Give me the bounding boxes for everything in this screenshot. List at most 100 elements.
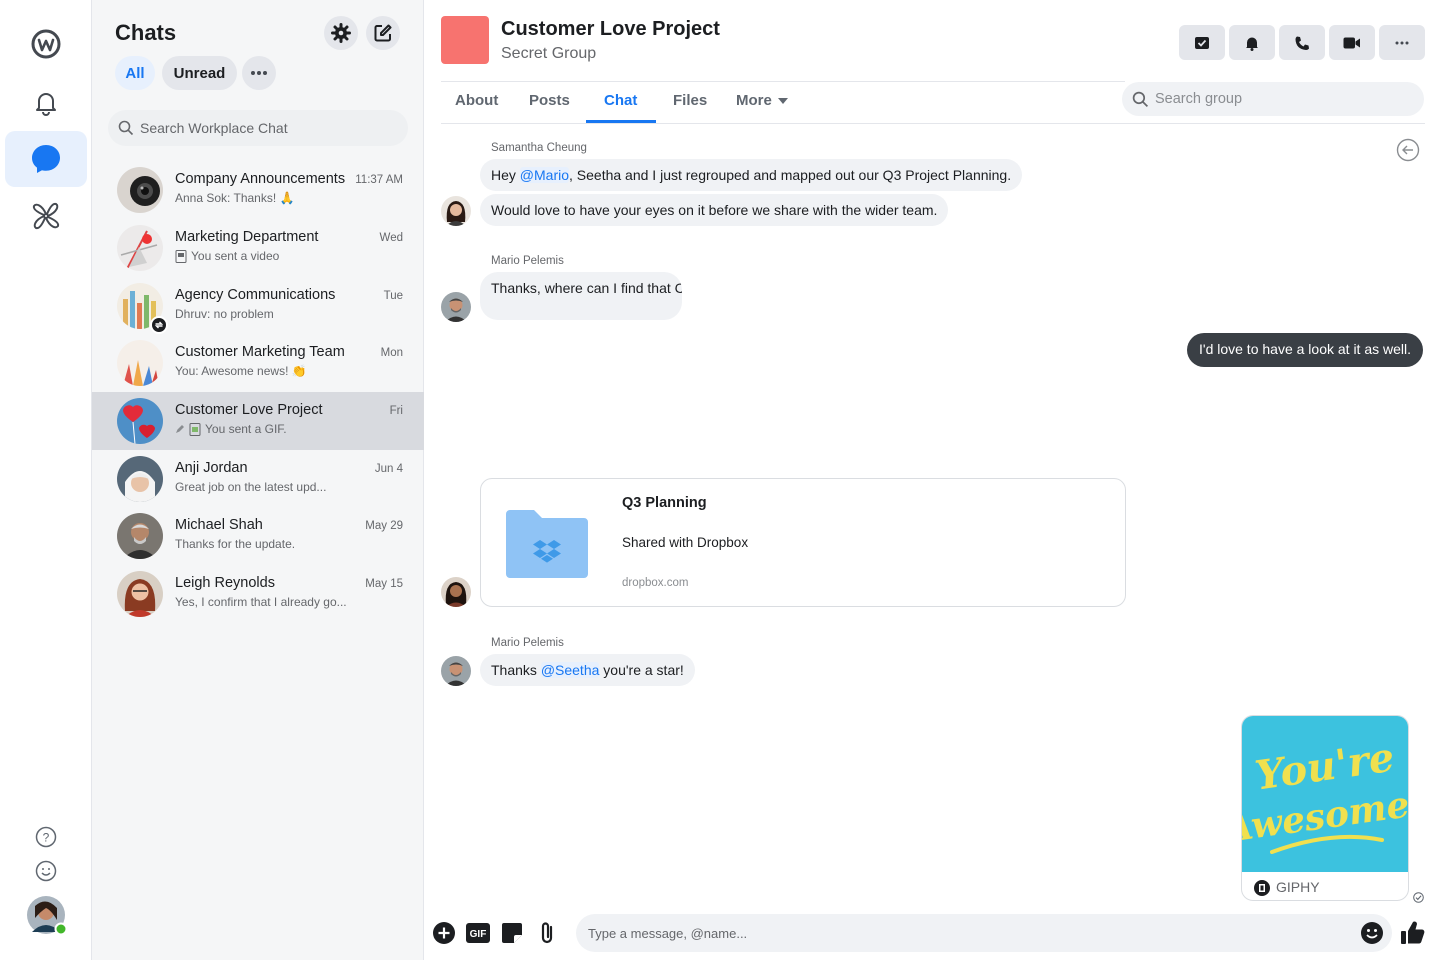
conversation-name: Customer Love Project bbox=[175, 402, 323, 418]
sender-avatar bbox=[441, 292, 471, 322]
conversation-time: Wed bbox=[379, 232, 403, 244]
my-message-bubble: I'd love to have a look at it as well. bbox=[1187, 333, 1424, 367]
audio-call-phone-icon[interactable] bbox=[1279, 25, 1325, 60]
gif-picker-icon[interactable]: GIF bbox=[465, 920, 491, 946]
conversation-item[interactable]: Anji Jordan Great job on the latest upd.… bbox=[92, 450, 424, 508]
tab-files[interactable]: Files bbox=[673, 92, 707, 109]
gif-image-icon bbox=[189, 422, 201, 436]
chat-search-placeholder: Search Workplace Chat bbox=[140, 120, 288, 136]
header-divider bbox=[441, 81, 1125, 82]
inbox-icon[interactable] bbox=[1179, 25, 1225, 60]
gif-image: You're Awesome! bbox=[1242, 716, 1408, 872]
message-sender: Samantha Cheung bbox=[491, 142, 587, 154]
sticker-icon[interactable] bbox=[499, 920, 525, 946]
seen-check-icon bbox=[1413, 892, 1424, 903]
conversation-preview: You: Awesome news! 👏 bbox=[175, 364, 307, 378]
smiley-feedback-icon[interactable] bbox=[35, 860, 57, 882]
sender-avatar bbox=[441, 196, 471, 226]
conversation-name: Anji Jordan bbox=[175, 460, 248, 476]
profile-avatar[interactable] bbox=[27, 896, 67, 936]
search-icon bbox=[118, 120, 134, 136]
conversation-preview: Anna Sok: Thanks! 🙏 bbox=[175, 191, 295, 205]
shared-file-card[interactable]: Q3 Planning Shared with Dropbox dropbox.… bbox=[480, 478, 1126, 607]
conversation-avatar bbox=[117, 225, 163, 271]
giphy-label: GIPHY bbox=[1276, 879, 1320, 895]
tab-about[interactable]: About bbox=[455, 92, 498, 109]
mention-link[interactable]: @Mario bbox=[519, 167, 570, 183]
group-title: Customer Love Project bbox=[501, 18, 720, 40]
conversation-avatar bbox=[117, 571, 163, 617]
apps-pinwheel-icon[interactable] bbox=[5, 188, 87, 244]
add-attachment-plus-icon[interactable] bbox=[431, 920, 457, 946]
conversation-preview: Great job on the latest upd... bbox=[175, 480, 327, 494]
dropbox-folder-icon bbox=[506, 510, 588, 578]
group-search-input[interactable]: Search group bbox=[1122, 82, 1424, 116]
conversation-avatar bbox=[117, 456, 163, 502]
notifications-bell-icon[interactable] bbox=[1229, 25, 1275, 60]
conversation-item[interactable]: Michael Shah Thanks for the update. May … bbox=[92, 507, 424, 565]
conversation-preview: Dhruv: no problem bbox=[175, 307, 274, 321]
chats-icon[interactable] bbox=[5, 131, 87, 187]
conversation-item[interactable]: Marketing Department You sent a video We… bbox=[92, 219, 424, 277]
more-options-ellipsis-icon[interactable] bbox=[1379, 25, 1425, 60]
help-icon[interactable]: ? bbox=[35, 826, 57, 848]
emoji-picker-icon[interactable] bbox=[1359, 920, 1385, 946]
giphy-logo-icon bbox=[1254, 880, 1270, 896]
conversation-item-selected[interactable]: Customer Love Project You sent a GIF. Fr… bbox=[92, 392, 424, 450]
conversation-item[interactable]: Customer Marketing Team You: Awesome new… bbox=[92, 334, 424, 392]
chat-list-panel: Chats All Unread Search Workplace Chat C… bbox=[92, 0, 424, 960]
conversation-preview: Thanks for the update. bbox=[175, 537, 296, 551]
search-icon bbox=[1132, 91, 1149, 107]
message-bubble: Thanks, where can I find that C bbox=[480, 272, 682, 320]
conversation-name: Company Announcements bbox=[175, 171, 346, 187]
conversation-time: May 29 bbox=[365, 520, 403, 532]
message-sender: Mario Pelemis bbox=[491, 637, 564, 649]
tab-more[interactable]: More bbox=[736, 92, 788, 109]
conversation-time: Fri bbox=[389, 405, 403, 417]
video-call-camera-icon[interactable] bbox=[1329, 25, 1375, 60]
caret-down-icon bbox=[777, 97, 788, 104]
conversation-time: Tue bbox=[383, 290, 403, 302]
settings-gear-icon[interactable] bbox=[324, 16, 358, 50]
collapse-panel-arrow-icon[interactable] bbox=[1396, 138, 1420, 162]
group-privacy: Secret Group bbox=[501, 45, 597, 62]
more-filters-ellipsis-icon[interactable] bbox=[242, 56, 276, 90]
conversation-avatar bbox=[117, 167, 163, 213]
conversation-name: Leigh Reynolds bbox=[175, 575, 275, 591]
compose-new-message-icon[interactable] bbox=[366, 16, 400, 50]
svg-text:GIF: GIF bbox=[470, 929, 487, 940]
conversation-item[interactable]: Company Announcements Anna Sok: Thanks! … bbox=[92, 161, 424, 219]
mention-link[interactable]: @Seetha bbox=[540, 662, 600, 678]
conversation-name: Michael Shah bbox=[175, 517, 263, 533]
notifications-bell-icon[interactable] bbox=[5, 74, 87, 130]
group-search-placeholder: Search group bbox=[1155, 91, 1243, 107]
conversation-time: 11:37 AM bbox=[355, 174, 403, 186]
conversation-name: Marketing Department bbox=[175, 229, 319, 245]
message-bubble: Would love to have your eyes on it befor… bbox=[480, 194, 949, 226]
gif-message[interactable]: You're Awesome! GIPHY bbox=[1241, 715, 1409, 901]
conversation-avatar bbox=[117, 340, 163, 386]
message-bubble: Hey @Mario, Seetha and I just regrouped … bbox=[480, 159, 1023, 191]
filter-unread-tab[interactable]: Unread bbox=[162, 56, 237, 90]
svg-text:?: ? bbox=[43, 831, 50, 845]
conversation-item[interactable]: Agency Communications Dhruv: no problem … bbox=[92, 277, 424, 335]
tab-chat[interactable]: Chat bbox=[604, 92, 637, 109]
paperclip-attach-icon[interactable] bbox=[534, 920, 560, 946]
conversation-name: Agency Communications bbox=[175, 287, 336, 303]
conversation-item[interactable]: Leigh Reynolds Yes, I confirm that I alr… bbox=[92, 565, 424, 623]
conversation-avatar bbox=[117, 513, 163, 559]
filter-all-tab[interactable]: All bbox=[115, 56, 155, 90]
workplace-logo-icon[interactable] bbox=[5, 16, 87, 72]
file-description: Shared with Dropbox bbox=[622, 535, 749, 550]
conversation-avatar bbox=[117, 398, 163, 444]
conversation-time: Mon bbox=[380, 347, 403, 359]
tab-posts[interactable]: Posts bbox=[529, 92, 570, 109]
chat-search-input[interactable]: Search Workplace Chat bbox=[108, 110, 408, 146]
thumbs-up-like-icon[interactable] bbox=[1400, 920, 1426, 946]
conversation-time: Jun 4 bbox=[374, 463, 403, 475]
sender-avatar bbox=[441, 577, 471, 607]
message-bubble: Thanks @Seetha you're a star! bbox=[480, 654, 695, 686]
file-title: Q3 Planning bbox=[622, 495, 707, 511]
message-composer-input[interactable]: Type a message, @name... bbox=[576, 914, 1392, 952]
conversation-avatar bbox=[117, 283, 168, 334]
